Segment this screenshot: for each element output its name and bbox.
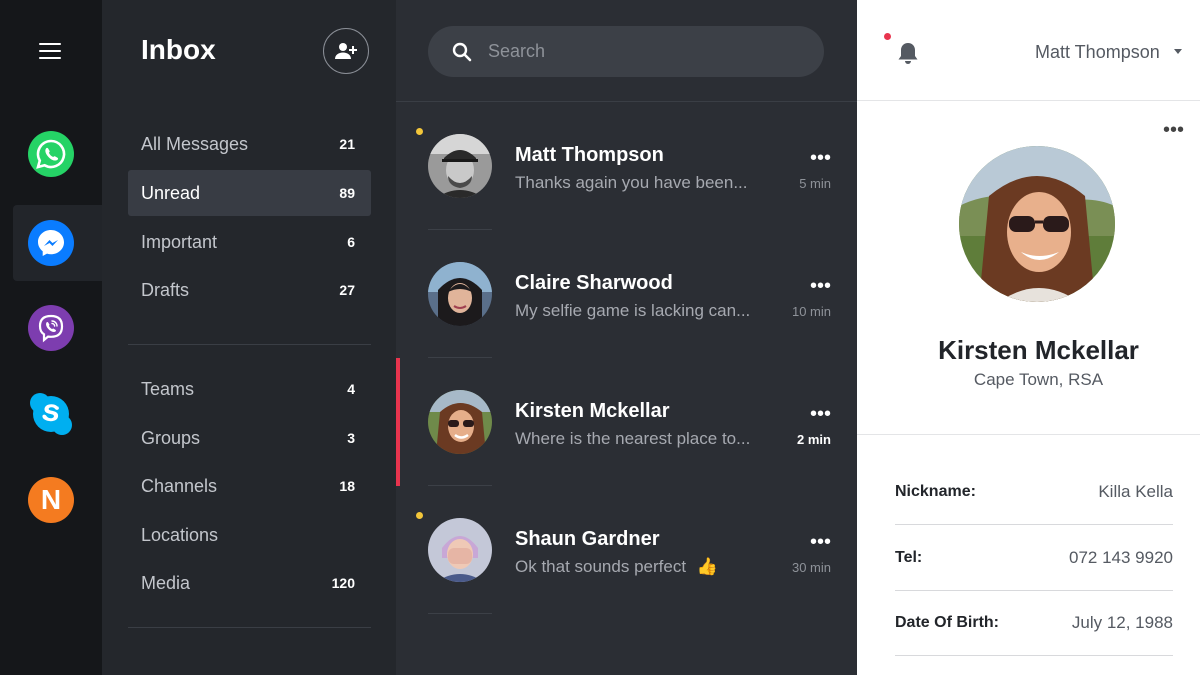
nav-label: Media <box>141 572 191 593</box>
nav-count: 3 <box>347 430 355 446</box>
nav-important[interactable]: Important 6 <box>128 219 371 265</box>
selected-indicator <box>396 358 400 486</box>
sender-name: Kirsten Mckellar <box>515 400 670 422</box>
app-viber[interactable] <box>0 290 102 366</box>
message-item[interactable]: Claire Sharwood My selfie game is lackin… <box>396 230 857 358</box>
field-dob: Date Of Birth: July 12, 1988 <box>895 591 1173 656</box>
nav-label: Drafts <box>141 279 190 300</box>
inbox-title: Inbox <box>141 34 216 65</box>
sender-name: Claire Sharwood <box>515 272 673 294</box>
field-value[interactable]: 072 143 9920 <box>1069 548 1173 568</box>
message-item[interactable]: Kirsten Mckellar Where is the nearest pl… <box>396 358 857 486</box>
nav-count: 21 <box>339 136 355 152</box>
nav-unread[interactable]: Unread 89 <box>128 170 371 216</box>
message-preview: Ok that sounds perfect 👍 <box>515 555 763 578</box>
avatar <box>428 390 492 454</box>
item-divider <box>428 613 492 614</box>
sidebar-divider <box>128 344 371 345</box>
detail-divider <box>857 434 1200 435</box>
search-input[interactable] <box>488 41 788 62</box>
nav-count: 18 <box>339 478 355 494</box>
nav-count: 89 <box>339 185 355 201</box>
message-time: 2 min <box>797 432 831 447</box>
message-item[interactable]: Matt Thompson Thanks again you have been… <box>396 102 857 230</box>
field-tel: Tel: 072 143 9920 <box>895 526 1173 591</box>
hamburger-icon[interactable] <box>39 43 61 59</box>
avatar <box>428 262 492 326</box>
nav-locations[interactable]: Locations <box>128 512 371 558</box>
message-time: 30 min <box>791 560 831 575</box>
sender-name: Matt Thompson <box>515 144 664 166</box>
field-value: Killa Kella <box>1098 482 1173 501</box>
whatsapp-icon <box>28 131 74 177</box>
nav-label: Important <box>141 231 218 252</box>
field-label: Nickname: <box>895 483 976 500</box>
nav-all-messages[interactable]: All Messages 21 <box>128 121 371 167</box>
nav-media[interactable]: Media 120 <box>128 560 371 606</box>
caret-down-icon[interactable] <box>1174 49 1182 54</box>
field-nickname: Nickname: Killa Kella <box>895 460 1173 525</box>
search-bar[interactable] <box>428 26 824 77</box>
app-whatsapp[interactable] <box>0 116 102 192</box>
sender-name: Shaun Gardner <box>515 528 660 550</box>
message-preview: My selfie game is lacking can... <box>515 301 751 320</box>
detail-header: Matt Thompson <box>857 0 1200 101</box>
unread-dot <box>416 128 423 135</box>
more-dots-icon[interactable]: ••• <box>1163 120 1184 140</box>
sidebar-divider <box>128 627 371 628</box>
nav-count: 120 <box>331 575 355 591</box>
search-icon <box>452 42 472 61</box>
more-dots-icon[interactable]: ••• <box>810 532 831 552</box>
nav-label: Channels <box>141 475 218 496</box>
field-label: Date Of Birth: <box>895 614 999 631</box>
field-label: Tel: <box>895 549 923 566</box>
message-preview-text: Ok that sounds perfect <box>515 557 687 576</box>
bell-icon[interactable] <box>895 40 921 66</box>
message-preview: Thanks again you have been... <box>515 173 748 192</box>
field-value: July 12, 1988 <box>1071 613 1173 632</box>
n-app-icon: N <box>28 477 74 523</box>
app-skype[interactable] <box>0 376 102 452</box>
nav-channels[interactable]: Channels 18 <box>128 463 371 509</box>
notification-dot <box>884 33 891 40</box>
nav-drafts[interactable]: Drafts 27 <box>128 267 371 313</box>
contact-location: Cape Town, RSA <box>973 370 1104 389</box>
sidebar: Inbox All Messages 21 Unread 89 Importan… <box>102 0 396 675</box>
nav-groups[interactable]: Groups 3 <box>128 415 371 461</box>
nav-label: Locations <box>141 524 219 545</box>
app-rail: N <box>0 0 102 675</box>
profile-photo <box>959 146 1115 302</box>
unread-dot <box>416 512 423 519</box>
more-dots-icon[interactable]: ••• <box>810 404 831 424</box>
messenger-icon <box>28 220 74 266</box>
nav-label: Teams <box>141 378 195 399</box>
contact-detail: Matt Thompson ••• Kirsten Mckellar Cape … <box>857 0 1200 675</box>
skype-icon <box>28 391 74 437</box>
avatar <box>428 134 492 198</box>
message-list: Matt Thompson Thanks again you have been… <box>396 0 857 675</box>
nav-label: Unread <box>141 182 201 203</box>
nav-teams[interactable]: Teams 4 <box>128 366 371 412</box>
viber-icon <box>28 305 74 351</box>
message-time: 5 min <box>799 176 831 191</box>
message-time: 10 min <box>791 304 831 319</box>
nav-label: All Messages <box>141 133 249 154</box>
nav-count: 27 <box>339 282 355 298</box>
more-dots-icon[interactable]: ••• <box>810 148 831 168</box>
nav-label: Groups <box>141 427 201 448</box>
app-messenger[interactable] <box>13 205 102 281</box>
thumbs-up-emoji: 👍 <box>696 557 718 576</box>
message-item[interactable]: Shaun Gardner Ok that sounds perfect 👍 •… <box>396 486 857 614</box>
contact-name: Kirsten Mckellar <box>938 335 1139 365</box>
app-n[interactable]: N <box>0 462 102 538</box>
current-user-name[interactable]: Matt Thompson <box>1035 42 1160 63</box>
nav-count: 4 <box>347 381 355 397</box>
more-dots-icon[interactable]: ••• <box>810 276 831 296</box>
add-user-button[interactable] <box>323 28 369 74</box>
message-preview: Where is the nearest place to... <box>515 429 751 448</box>
nav-count: 6 <box>347 234 355 250</box>
add-user-icon <box>335 43 357 59</box>
avatar <box>428 518 492 582</box>
